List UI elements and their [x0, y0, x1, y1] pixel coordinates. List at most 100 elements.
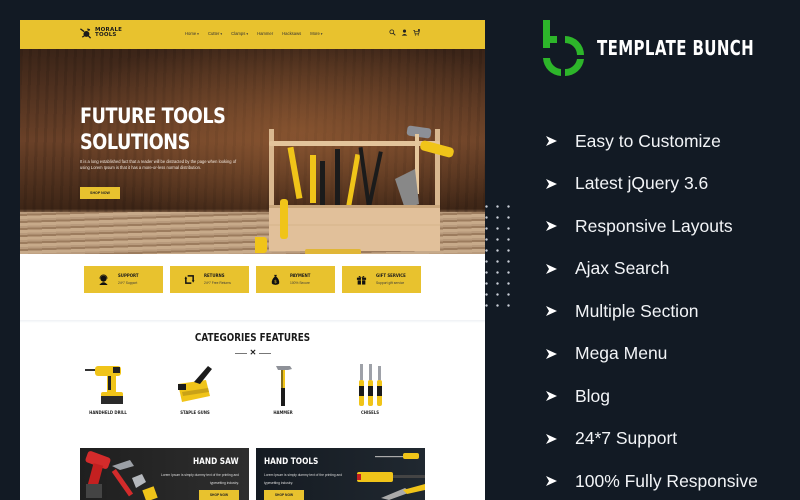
service-text: GIFT SERVICE Support gift service: [376, 274, 411, 285]
nav-label: Home: [185, 31, 197, 36]
hammer-icon: [276, 366, 292, 406]
nav-label: Clamps: [231, 31, 246, 36]
service-title: GIFT SERVICE: [376, 274, 406, 279]
service-subtitle: 24*7 Support: [118, 281, 138, 285]
chevron-down-icon: ▾: [246, 32, 249, 36]
section-divider: [20, 320, 485, 323]
arrow-right-icon: [546, 136, 557, 147]
category-label: HAMMER: [273, 411, 293, 416]
gift-icon: [356, 275, 367, 285]
feature-label: Latest jQuery 3.6: [575, 173, 709, 194]
returns-icon: [184, 275, 195, 284]
feature-label: Mega Menu: [575, 343, 668, 364]
template-bunch-logo-icon: [543, 20, 584, 76]
categories-title: CATEGORIES FEATURES: [194, 331, 311, 344]
hero-title: FUTURE TOOLS SOLUTIONS: [80, 103, 226, 155]
banner-hand-saw[interactable]: HAND SAW Lorem Ipsum is simply dummy tex…: [80, 448, 249, 500]
banner-shop-now-button[interactable]: SHOP NOW: [199, 490, 239, 500]
feature-list: Easy to Customize Latest jQuery 3.6 Respon…: [546, 120, 758, 500]
cart-icon[interactable]: [413, 29, 420, 36]
dot-grid-decoration: [481, 201, 511, 313]
service-title: SUPPORT: [118, 274, 139, 279]
nav-label: Hacksaws: [282, 31, 302, 36]
search-icon[interactable]: [389, 29, 396, 36]
nav-label: More: [310, 31, 320, 36]
site-header: MORALE TOOLS Home▾ Cutter▾ Clamps▾ Hamme…: [20, 20, 485, 49]
feature-item: Responsive Layouts: [546, 205, 758, 248]
nav-item-clamps[interactable]: Clamps▾: [231, 31, 248, 36]
service-support[interactable]: SUPPORT 24*7 Support: [84, 266, 163, 293]
site-logo[interactable]: MORALE TOOLS: [79, 26, 122, 40]
service-gift[interactable]: GIFT SERVICE Support gift service: [342, 266, 421, 293]
service-title: RETURNS: [204, 274, 225, 279]
drill-hammer-image: [85, 451, 158, 500]
category-label: STAPLE GUNS: [180, 411, 210, 416]
nav-item-cutter[interactable]: Cutter▾: [208, 31, 222, 36]
feature-item: Mega Menu: [546, 333, 758, 376]
feature-item: Multiple Section: [546, 290, 758, 333]
divider-line: [234, 352, 247, 354]
service-text: PAYMENT 100% Secure: [290, 274, 314, 285]
feature-item: Latest jQuery 3.6: [546, 163, 758, 206]
category-hammer[interactable]: HAMMER: [248, 362, 318, 416]
category-chisels[interactable]: CHISELS: [335, 362, 405, 416]
money-bag-icon: $: [271, 274, 280, 285]
logo-text: MORALE TOOLS: [95, 26, 123, 38]
category-label: HANDHELD DRILL: [89, 411, 127, 416]
feature-item: 24*7 Support: [546, 418, 758, 461]
hero-title-line: SOLUTIONS: [80, 130, 190, 154]
user-icon[interactable]: [401, 29, 408, 36]
feature-label: Easy to Customize: [575, 130, 721, 151]
title-ornament: ✕: [232, 349, 274, 357]
banner-text: Lorem Ipsum is simply dummy text of the …: [160, 473, 239, 485]
feature-label: Blog: [575, 385, 611, 406]
feature-label: Multiple Section: [575, 300, 699, 321]
chevron-down-icon: ▾: [220, 32, 223, 36]
feature-label: 24*7 Support: [575, 428, 678, 449]
arrow-right-icon: [546, 348, 557, 359]
arrow-right-icon: [546, 306, 557, 317]
drill-icon: [85, 366, 123, 404]
tool-logo-icon: [79, 28, 92, 39]
feature-item: Ajax Search: [546, 248, 758, 291]
service-title: PAYMENT: [290, 274, 311, 279]
category-handheld-drill[interactable]: HANDHELD DRILL: [73, 362, 143, 416]
hero-shop-now-button[interactable]: SHOP NOW: [80, 187, 120, 199]
service-text: SUPPORT 24*7 Support: [118, 274, 142, 285]
chisels-icon: [359, 364, 382, 406]
arrow-right-icon: [546, 263, 557, 274]
hero-title-line: FUTURE TOOLS: [80, 104, 226, 128]
nav-label: Cutter: [207, 31, 220, 36]
arrow-right-icon: [546, 178, 557, 189]
service-payment[interactable]: $ PAYMENT 100% Secure: [256, 266, 335, 293]
banner-hand-tools[interactable]: HAND TOOLS Lorem Ipsum is simply dummy t…: [256, 448, 425, 500]
nav-label: Hammer: [257, 31, 274, 36]
template-preview: MORALE TOOLS Home▾ Cutter▾ Clamps▾ Hamme…: [20, 20, 485, 500]
service-subtitle: 100% Secure: [290, 281, 310, 285]
chevron-down-icon: ▾: [197, 32, 199, 36]
nav-item-more[interactable]: More▾: [310, 31, 322, 36]
staple-gun-icon: [178, 366, 212, 402]
svg-text:$: $: [274, 279, 277, 285]
service-returns[interactable]: RETURNS 24*7 Free Returns: [170, 266, 249, 293]
feature-label: 100% Fully Responsive: [575, 470, 758, 491]
category-staple-guns[interactable]: STAPLE GUNS: [160, 362, 230, 416]
main-nav: Home▾ Cutter▾ Clamps▾ Hammer Hacksaws Mo…: [185, 31, 323, 36]
brand-header: TEMPLATE BUNCH: [543, 20, 800, 76]
crossed-tools-icon: ✕: [249, 348, 257, 357]
toolbox-image: [255, 125, 454, 255]
services-strip: SUPPORT 24*7 Support RETURNS 24*7 Free R…: [20, 254, 485, 320]
service-text: RETURNS 24*7 Free Returns: [204, 274, 231, 285]
hero-description: It is a long established fact that a rea…: [80, 159, 237, 171]
banner-title: HAND SAW: [193, 457, 239, 467]
banner-shop-now-button[interactable]: SHOP NOW: [264, 490, 304, 500]
hand-tools-image: [357, 453, 425, 500]
service-subtitle: 24*7 Free Returns: [204, 281, 231, 285]
nav-item-home[interactable]: Home▾: [185, 31, 199, 36]
banner-title: HAND TOOLS: [264, 457, 319, 467]
headset-icon: [99, 274, 108, 285]
arrow-right-icon: [546, 433, 557, 444]
chevron-down-icon: ▾: [320, 32, 323, 36]
nav-item-hammer[interactable]: Hammer: [257, 31, 273, 36]
nav-item-hacksaws[interactable]: Hacksaws: [282, 31, 301, 36]
